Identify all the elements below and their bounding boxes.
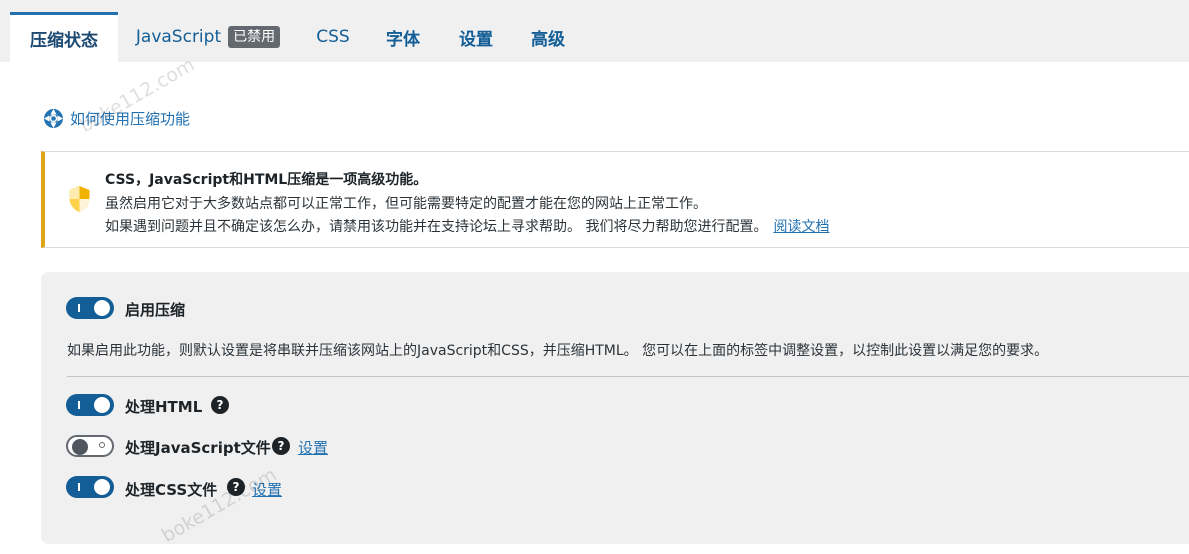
- tab-css-label: CSS: [316, 27, 350, 47]
- toggle-on-indicator: [78, 304, 80, 312]
- notice-text-line2: 如果遇到问题并且不确定该怎么办，请禁用该功能并在支持论坛上寻求帮助。 我们将尽力…: [105, 216, 829, 236]
- process-javascript-label: 处理JavaScript文件: [125, 439, 271, 457]
- notice-text-line1: 虽然启用它对于大多数站点都可以正常工作，但可能需要特定的配置才能在您的网站上正常…: [105, 196, 707, 212]
- toggle-on-indicator: [78, 401, 80, 409]
- disabled-badge: 已禁用: [228, 26, 281, 48]
- tab-compression-label: 压缩状态: [30, 31, 98, 51]
- tab-settings-label: 设置: [459, 29, 493, 50]
- enable-compression-toggle[interactable]: [66, 297, 114, 319]
- process-html-toggle[interactable]: [66, 394, 114, 416]
- toggle-knob: [94, 479, 110, 495]
- process-css-toggle[interactable]: [66, 476, 114, 498]
- shield-warning-icon: [69, 186, 90, 212]
- divider: [67, 376, 1189, 377]
- process-html-label: 处理HTML: [125, 398, 203, 416]
- toggle-knob: [94, 397, 110, 413]
- tab-javascript-label: JavaScript: [135, 27, 222, 47]
- process-javascript-toggle[interactable]: [66, 435, 114, 457]
- help-link-label: 如何使用压缩功能: [70, 110, 191, 128]
- notice-text-line2-body: 如果遇到问题并且不确定该怎么办，请禁用该功能并在支持论坛上寻求帮助。 我们将尽力…: [105, 219, 768, 235]
- css-settings-link[interactable]: 设置: [252, 479, 282, 500]
- tab-settings[interactable]: 设置: [448, 12, 504, 62]
- tab-bar: 压缩状态 JavaScript 已禁用 CSS 字体 设置 高级: [0, 0, 1189, 62]
- help-icon[interactable]: ?: [227, 478, 245, 496]
- toggle-knob: [94, 300, 110, 316]
- notice-title: CSS，JavaScript和HTML压缩是一项高级功能。: [105, 172, 428, 188]
- help-icon[interactable]: ?: [211, 396, 229, 414]
- enable-compression-label: 启用压缩: [125, 301, 186, 319]
- tab-compression[interactable]: 压缩状态: [10, 12, 118, 62]
- tab-fonts[interactable]: 字体: [376, 12, 430, 62]
- tab-advanced[interactable]: 高级: [520, 12, 576, 62]
- process-css-label: 处理CSS文件: [125, 481, 218, 499]
- toggle-on-indicator: [78, 483, 80, 491]
- compression-description: 如果启用此功能，则默认设置是将串联并压缩该网站上的JavaScript和CSS，…: [67, 343, 1049, 359]
- warning-notice: CSS，JavaScript和HTML压缩是一项高级功能。 虽然启用它对于大多数…: [41, 151, 1189, 248]
- tab-css[interactable]: CSS: [306, 12, 360, 62]
- tab-fonts-label: 字体: [386, 29, 420, 50]
- lifebuoy-icon: [44, 109, 63, 128]
- tab-javascript[interactable]: JavaScript 已禁用: [128, 12, 288, 62]
- toggle-off-indicator: [99, 442, 105, 448]
- help-link[interactable]: 如何使用压缩功能: [43, 108, 190, 129]
- toggle-knob: [72, 439, 88, 455]
- help-icon[interactable]: ?: [272, 437, 290, 455]
- tab-advanced-label: 高级: [531, 29, 565, 50]
- read-docs-link[interactable]: 阅读文档: [773, 219, 829, 235]
- javascript-settings-link[interactable]: 设置: [298, 437, 328, 458]
